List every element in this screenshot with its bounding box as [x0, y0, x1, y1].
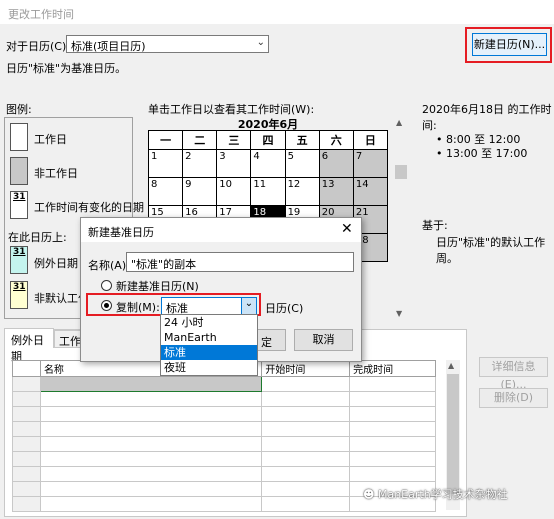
- weekday-header: 日: [352, 130, 389, 150]
- column-header: 完成时间: [349, 360, 436, 377]
- legend-workday-swatch: [10, 123, 28, 151]
- dialog-name-label: 名称(A):: [88, 259, 130, 272]
- calendar-day[interactable]: 14: [352, 177, 389, 206]
- column-header: [12, 360, 41, 377]
- radio-new-base-label: 新建基准日历(N): [116, 280, 199, 293]
- legend-exception-label: 例外日期: [34, 257, 78, 270]
- calendar-day[interactable]: 10: [216, 177, 252, 206]
- copy-calendar-select[interactable]: 标准 ⌄: [161, 297, 257, 315]
- window-title: 更改工作时间: [8, 8, 74, 21]
- calendar-day[interactable]: 3: [216, 149, 252, 178]
- table-row[interactable]: [12, 436, 436, 452]
- table-row[interactable]: [12, 451, 436, 467]
- table-row[interactable]: [12, 466, 436, 482]
- calendar-day[interactable]: 5: [284, 149, 320, 178]
- copy-calendar-dropdown: 24 小时 ManEarth 标准 夜班: [160, 314, 258, 376]
- calendar-suffix-label: 日历(C): [265, 302, 304, 315]
- dropdown-option[interactable]: 24 小时: [161, 315, 257, 330]
- legend-workday-label: 工作日: [34, 133, 67, 146]
- legend-changed-swatch: 31: [10, 191, 28, 219]
- dropdown-option-selected[interactable]: 标准: [161, 345, 257, 360]
- legend-title: 图例:: [6, 103, 32, 116]
- legend-nonworkday-swatch: [10, 157, 28, 185]
- scroll-thumb[interactable]: [395, 165, 407, 179]
- legend-on-this-label: 在此日历上:: [8, 231, 67, 244]
- radio-copy-label: 复制(M):: [116, 301, 160, 314]
- worktime-title: 2020年6月18日 的工作时间:: [422, 103, 552, 132]
- scroll-thumb[interactable]: [447, 374, 459, 494]
- close-icon[interactable]: ✕: [341, 221, 353, 237]
- calendar-day[interactable]: 11: [250, 177, 286, 206]
- watermark-text: ManEarth学习技术杂物社: [377, 488, 508, 501]
- radio-dot: [104, 303, 109, 308]
- cancel-button[interactable]: 取消: [294, 329, 353, 351]
- weekday-header: 二: [182, 130, 218, 150]
- calendar-scrollbar[interactable]: ▲ ▼: [395, 117, 407, 322]
- new-calendar-button[interactable]: 新建日历(N)...: [472, 33, 547, 56]
- legend-changed-label: 工作时间有变化的日期: [34, 201, 144, 214]
- calendar-day[interactable]: 7: [352, 149, 389, 178]
- dropdown-option[interactable]: ManEarth: [161, 330, 257, 345]
- table-row[interactable]: [12, 406, 436, 422]
- chevron-down-icon: ⌄: [256, 37, 265, 48]
- wechat-icon: ☻: [363, 488, 375, 501]
- table-row[interactable]: [12, 421, 436, 437]
- scroll-up-icon[interactable]: ▲: [448, 361, 454, 370]
- table-row[interactable]: [12, 376, 436, 392]
- base-calendar-note: 日历"标准"为基准日历。: [6, 62, 127, 75]
- radio-new-base[interactable]: [101, 280, 112, 291]
- weekday-header: 四: [250, 130, 286, 150]
- dialog-title: 新建基准日历: [88, 226, 154, 239]
- dropdown-option[interactable]: 夜班: [161, 360, 257, 375]
- delete-button[interactable]: 删除(D): [479, 388, 548, 408]
- table-row[interactable]: [12, 391, 436, 407]
- calendar-prompt: 单击工作日以查看其工作时间(W):: [148, 103, 315, 116]
- tab-exceptions[interactable]: 例外日期: [4, 328, 54, 363]
- calendar-day[interactable]: 8: [147, 177, 184, 206]
- worktime-slot: • 13:00 至 17:00: [436, 147, 528, 160]
- legend-nonworkday-label: 非工作日: [34, 167, 78, 180]
- calendar-select-value: 标准(项目日历): [71, 40, 146, 53]
- calendar-select[interactable]: 标准(项目日历) ⌄: [66, 35, 269, 53]
- legend-nondefault-swatch: 31: [10, 281, 28, 309]
- weekday-header: 三: [216, 130, 252, 150]
- calendar-day[interactable]: 2: [182, 149, 218, 178]
- title-bar: 更改工作时间: [0, 0, 554, 24]
- details-button[interactable]: 详细信息(E)...: [479, 357, 548, 391]
- calendar-day[interactable]: 13: [318, 177, 354, 206]
- radio-copy[interactable]: [101, 300, 112, 311]
- scroll-up-icon[interactable]: ▲: [396, 118, 402, 127]
- calendar-day[interactable]: 9: [182, 177, 218, 206]
- chevron-down-icon[interactable]: ⌄: [241, 298, 256, 314]
- dialog-name-input[interactable]: "标准"的副本: [126, 252, 354, 272]
- watermark: ☻ ManEarth学习技术杂物社: [363, 486, 551, 504]
- ok-button-label: 定: [261, 336, 272, 349]
- dialog-name-value: "标准"的副本: [131, 258, 197, 271]
- column-header: 开始时间: [261, 360, 351, 377]
- based-on-value: 日历"标准"的默认工作周。: [436, 236, 546, 265]
- based-on-label: 基于:: [422, 219, 448, 232]
- calendar-day[interactable]: 1: [147, 149, 184, 178]
- legend-exception-swatch: 31: [10, 246, 28, 274]
- scroll-down-icon[interactable]: ▼: [396, 309, 402, 318]
- calendar-day[interactable]: 12: [284, 177, 320, 206]
- weekday-header: 一: [147, 130, 184, 150]
- weekday-header: 五: [284, 130, 320, 150]
- calendar-day[interactable]: 4: [250, 149, 286, 178]
- calendar-select-label: 对于日历(C):: [6, 40, 70, 53]
- calendar-day[interactable]: 6: [318, 149, 354, 178]
- calendar-month: 2020年6月: [237, 118, 299, 131]
- weekday-header: 六: [318, 130, 354, 150]
- dialog-title-bar: 新建基准日历 ✕: [81, 218, 361, 242]
